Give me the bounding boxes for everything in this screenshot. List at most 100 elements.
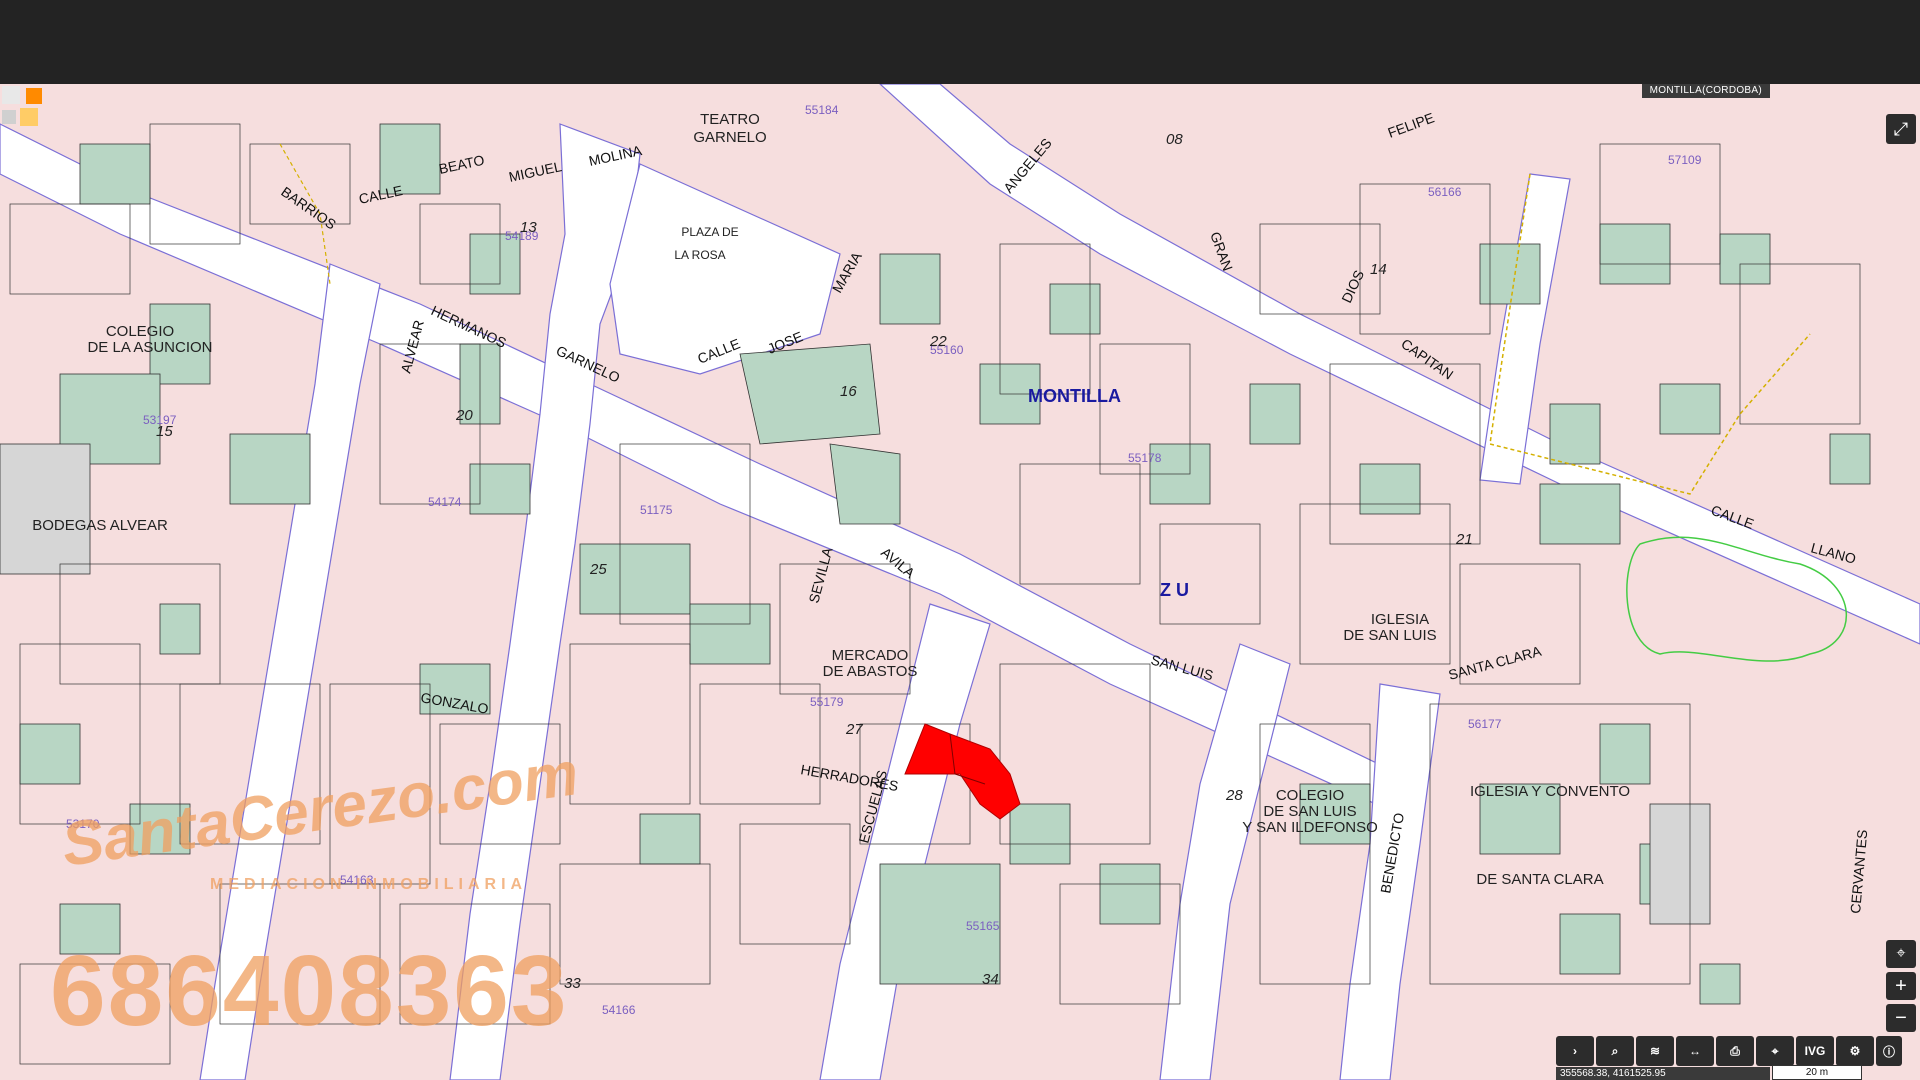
label-convento-2: DE SANTA CLARA (1476, 871, 1603, 888)
street-dios: DIOS (1338, 267, 1367, 305)
street-santa-clara: SANTA CLARA (1447, 643, 1544, 683)
block-code: 56166 (1428, 185, 1462, 199)
map-toolbar: › ⌕ ≋ ↔ ⎙ ⌖ IVG ⚙ ⓘ (1556, 1036, 1902, 1066)
block-code: 55165 (966, 919, 1000, 933)
measure-button[interactable]: ↔ (1676, 1036, 1714, 1066)
layers-thumbnail-icon[interactable] (0, 84, 46, 130)
block-number: 28 (1225, 787, 1243, 804)
label-colegio-luis-2: DE SAN LUIS (1263, 803, 1356, 820)
label-colegio-luis-3: Y SAN ILDEFONSO (1242, 819, 1378, 836)
street-avila: AVILA (878, 544, 918, 582)
block-number: 16 (840, 383, 857, 400)
block-number: 13 (520, 219, 537, 236)
ivg-button[interactable]: IVG (1796, 1036, 1834, 1066)
zoom-in-button[interactable]: + (1886, 972, 1916, 1000)
street-llano: LLANO (1809, 539, 1858, 566)
street-gonzalo: GONZALO (419, 689, 489, 717)
label-bodegas: BODEGAS ALVEAR (32, 517, 168, 534)
street-jose: JOSE (765, 328, 805, 357)
street-maria: MARIA (829, 249, 865, 296)
map-canvas[interactable]: TEATRO GARNELO PLAZA DE LA ROSA COLEGIO … (0, 84, 1920, 1080)
measure-icon: ↔ (1689, 1044, 1701, 1058)
label-teatro-2: GARNELO (693, 129, 766, 146)
location-button[interactable]: ⌖ (1756, 1036, 1794, 1066)
street-benedicto: BENEDICTO (1377, 811, 1407, 894)
plus-icon: + (1895, 974, 1907, 997)
place-label: MONTILLA(CORDOBA) (1641, 84, 1770, 98)
block-number: 27 (845, 721, 863, 738)
street-alvear: ALVEAR (397, 318, 426, 375)
expand-icon: ⤢ (1893, 118, 1909, 139)
street-calle-1: CALLE (695, 335, 742, 366)
block-number: 22 (929, 333, 947, 350)
street-miguel: MIGUEL (507, 158, 563, 185)
chevron-right-icon: › (1573, 1044, 1577, 1058)
block-code: 55184 (805, 103, 839, 117)
layers-button[interactable]: ≋ (1636, 1036, 1674, 1066)
street-beato: BEATO (437, 152, 486, 177)
label-iglesia-luis-2: DE SAN LUIS (1343, 627, 1436, 644)
street-angeles: ANGELES (1000, 135, 1055, 196)
map-labels: TEATRO GARNELO PLAZA DE LA ROSA COLEGIO … (32, 103, 1870, 1017)
block-code: 54166 (602, 1003, 636, 1017)
block-number: 21 (1455, 531, 1473, 548)
locate-button[interactable]: ⌖ (1886, 940, 1916, 968)
label-teatro-1: TEATRO (700, 111, 760, 128)
label-town: MONTILLA (1028, 386, 1121, 406)
street-felipe: FELIPE (1386, 109, 1437, 141)
location-icon: ⌖ (1771, 1043, 1779, 1058)
label-plaza-1: PLAZA DE (681, 225, 738, 239)
block-code: 51175 (640, 503, 673, 517)
street-gran: GRAN (1207, 230, 1236, 273)
print-button[interactable]: ⎙ (1716, 1036, 1754, 1066)
street-barrios: BARRIOS (278, 183, 339, 232)
block-number: 08 (1166, 131, 1183, 148)
fullscreen-button[interactable]: ⤢ (1886, 114, 1916, 144)
coordinates-readout: 355568.38, 4161525.95 (1556, 1067, 1770, 1080)
street-sevilla: SEVILLA (805, 545, 835, 605)
street-hermanos: HERMANOS (429, 302, 509, 351)
block-number: 34 (982, 971, 999, 988)
street-molina: MOLINA (587, 142, 643, 169)
layers-icon: ≋ (1649, 1044, 1661, 1058)
label-mercado-1: MERCADO (832, 647, 909, 664)
street-calle-3: CALLE (1709, 502, 1756, 532)
street-calle-2: CALLE (357, 182, 404, 207)
crosshair-icon: ⌖ (1896, 945, 1906, 962)
ivg-icon: IVG (1804, 1044, 1826, 1058)
info-button[interactable]: ⓘ (1876, 1036, 1902, 1066)
watermark-phone: 686408363 (50, 935, 569, 1047)
block-code: 54174 (428, 495, 462, 509)
block-number: 14 (1370, 261, 1387, 278)
print-icon: ⎙ (1730, 1043, 1740, 1058)
info-icon: ⓘ (1882, 1044, 1895, 1059)
label-plaza-2: LA ROSA (674, 248, 725, 262)
block-code: 56177 (1468, 717, 1502, 731)
search-button[interactable]: ⌕ (1596, 1036, 1634, 1066)
label-colegio-asuncion-1: COLEGIO (106, 323, 174, 340)
block-number: 25 (589, 561, 607, 578)
label-iglesia-luis-1: IGLESIA (1371, 611, 1429, 628)
label-mercado-2: DE ABASTOS (823, 663, 918, 680)
block-code: 55179 (810, 695, 844, 709)
label-colegio-asuncion-2: DE LA ASUNCION (87, 339, 212, 356)
scale-bar: 20 m (1772, 1065, 1862, 1080)
street-cervantes: CERVANTES (1847, 829, 1870, 914)
expand-toolbar-button[interactable]: › (1556, 1036, 1594, 1066)
minus-icon: − (1895, 1006, 1907, 1029)
label-zone: Z U (1160, 580, 1189, 600)
share-button[interactable]: ⚙ (1836, 1036, 1874, 1066)
top-bar (0, 0, 1920, 84)
street-capitan: CAPITAN (1398, 335, 1456, 382)
block-number: 15 (156, 423, 173, 440)
block-code: 57109 (1668, 153, 1702, 167)
street-garnelo: GARNELO (554, 342, 623, 385)
block-code: 55178 (1128, 451, 1162, 465)
block-number: 20 (455, 407, 473, 424)
zoom-out-button[interactable]: − (1886, 1004, 1916, 1032)
watermark-sub: MEDIACION INMOBILIARIA (210, 876, 528, 893)
label-convento-1: IGLESIA Y CONVENTO (1470, 783, 1630, 800)
label-colegio-luis-1: COLEGIO (1276, 787, 1344, 804)
search-icon: ⌕ (1611, 1043, 1619, 1058)
street-san-luis: SAN LUIS (1149, 651, 1215, 683)
